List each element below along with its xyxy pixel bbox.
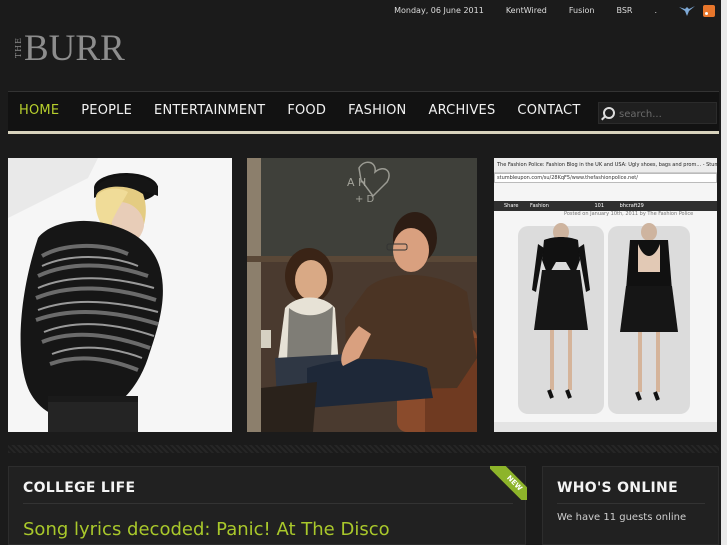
top-link-kentwired[interactable]: KentWired bbox=[506, 6, 547, 15]
svg-text:+ D: + D bbox=[355, 194, 375, 205]
page-scrollbar[interactable] bbox=[721, 0, 727, 545]
title-rule bbox=[557, 503, 705, 504]
section-divider bbox=[8, 445, 719, 453]
college-life-title: COLLEGE LIFE bbox=[23, 480, 136, 496]
top-link-dot[interactable]: . bbox=[654, 6, 657, 15]
share-label[interactable]: Share bbox=[504, 203, 518, 209]
featured-photo-fashion-model[interactable] bbox=[8, 158, 232, 432]
nav-item-fashion[interactable]: FASHION bbox=[348, 103, 406, 118]
browser-title: The Fashion Police: Fashion Blog in the … bbox=[494, 158, 717, 173]
new-ribbon: NEW bbox=[490, 466, 527, 500]
top-bar: Monday, 06 June 2011 KentWired Fusion BS… bbox=[0, 0, 727, 22]
main-navigation: HOME PEOPLE ENTERTAINMENT FOOD FASHION A… bbox=[8, 91, 719, 134]
nav-item-food[interactable]: FOOD bbox=[287, 103, 326, 118]
svg-text:A H: A H bbox=[347, 176, 366, 189]
photo-couple-image: A H + D bbox=[247, 158, 477, 432]
nav-item-archives[interactable]: ARCHIVES bbox=[428, 103, 495, 118]
search-box bbox=[598, 102, 719, 124]
college-life-module: COLLEGE LIFE Song lyrics decoded: Panic!… bbox=[8, 466, 526, 545]
user-label: bhcraft29 bbox=[619, 203, 644, 209]
browser-url: stumbleupon.com/su/28KqF5/www.thefashion… bbox=[494, 173, 717, 183]
count-label: 101 bbox=[594, 203, 605, 209]
date-label: Monday, 06 June 2011 bbox=[394, 6, 484, 15]
top-link-bsr[interactable]: BSR bbox=[616, 6, 632, 15]
section-label: Fashion bbox=[530, 203, 549, 209]
article-headline-link[interactable]: Song lyrics decoded: Panic! At The Disco bbox=[23, 519, 390, 540]
search-input[interactable] bbox=[617, 105, 719, 123]
title-rule bbox=[23, 503, 513, 504]
site-logo[interactable]: THE BURR bbox=[14, 27, 125, 69]
nav-item-home[interactable]: HOME bbox=[19, 103, 59, 118]
whos-online-title: WHO'S ONLINE bbox=[557, 480, 678, 496]
stumble-toolbar: Share Fashion 101 bhcraft29 bbox=[494, 201, 717, 211]
search-icon[interactable] bbox=[603, 107, 615, 119]
nav-item-entertainment[interactable]: ENTERTAINMENT bbox=[154, 103, 265, 118]
whos-online-text: We have 11 guests online bbox=[557, 512, 687, 523]
rss-icon[interactable] bbox=[703, 5, 715, 17]
top-links: Monday, 06 June 2011 KentWired Fusion BS… bbox=[372, 6, 657, 15]
new-badge: NEW bbox=[490, 466, 527, 500]
dress-images bbox=[494, 223, 717, 432]
featured-photo-fashion-police[interactable]: The Fashion Police: Fashion Blog in the … bbox=[494, 158, 717, 432]
featured-photo-couple[interactable]: A H + D bbox=[247, 158, 477, 432]
nav-item-contact[interactable]: CONTACT bbox=[517, 103, 580, 118]
post-caption: Posted on January 10th, 2011 by The Fash… bbox=[564, 211, 694, 217]
nav-item-people[interactable]: PEOPLE bbox=[81, 103, 132, 118]
photo-fashion-model-image bbox=[8, 158, 232, 432]
top-link-fusion[interactable]: Fusion bbox=[569, 6, 595, 15]
twitter-bird-icon[interactable] bbox=[678, 4, 696, 18]
logo-the: THE bbox=[14, 37, 23, 59]
logo-burr: BURR bbox=[24, 27, 125, 69]
whos-online-module: WHO'S ONLINE We have 11 guests online bbox=[542, 466, 719, 545]
